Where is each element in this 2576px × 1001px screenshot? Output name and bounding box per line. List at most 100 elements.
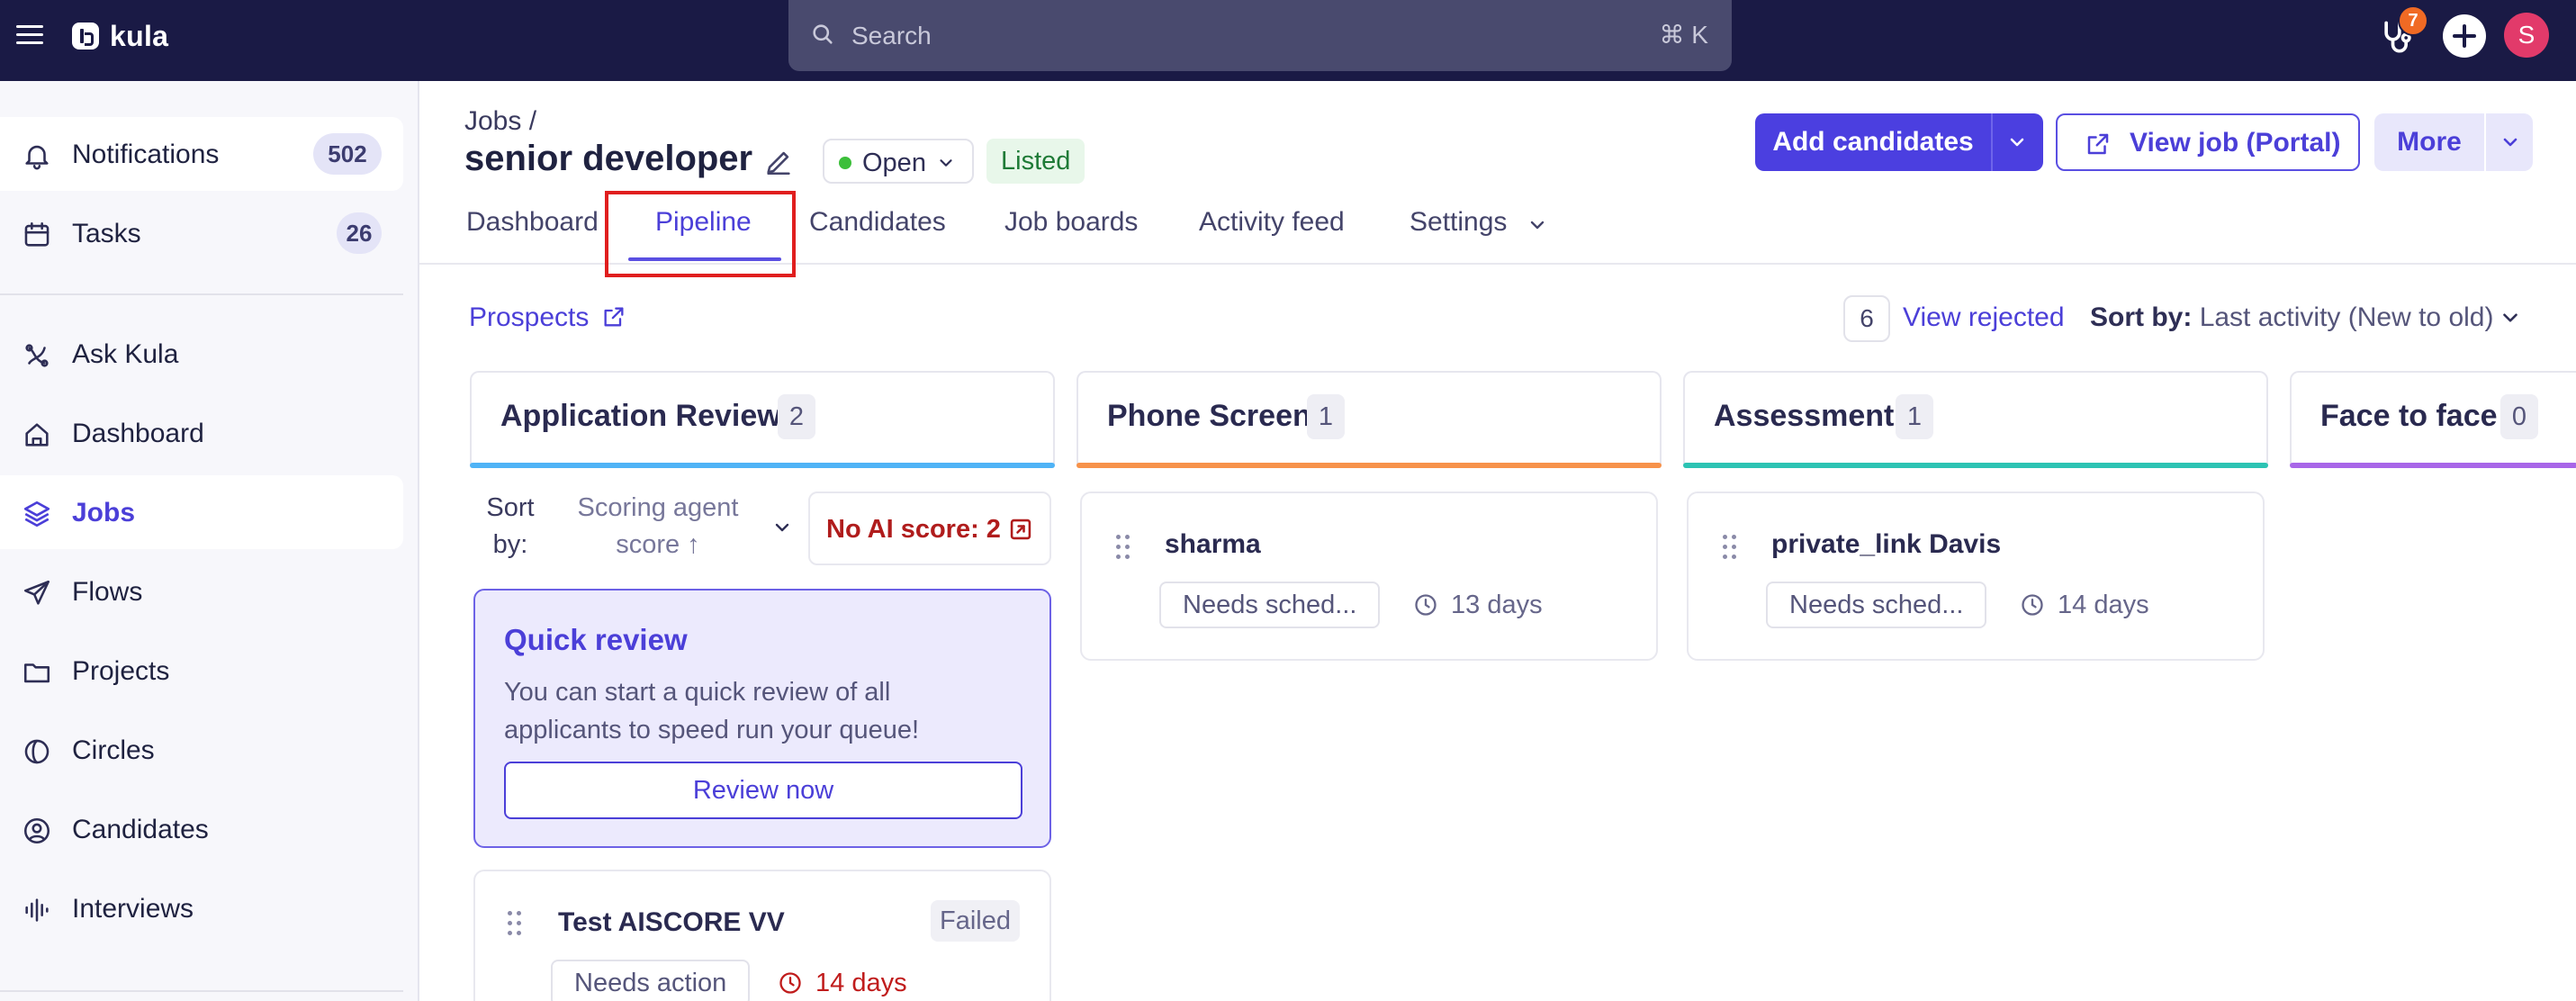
candidate-card[interactable]: Test AISCORE VV Failed Needs action 14 d… <box>473 870 1051 1001</box>
tab-dashboard[interactable]: Dashboard <box>466 207 599 238</box>
sidebar-item-label: Notifications <box>72 140 220 169</box>
tab-settings[interactable]: Settings <box>1410 207 1507 238</box>
external-link-icon <box>2087 133 2109 155</box>
send-icon <box>23 580 50 605</box>
tab-activity-feed[interactable]: Activity feed <box>1199 207 1345 238</box>
calendar-icon <box>24 221 50 247</box>
tab-candidates[interactable]: Candidates <box>809 207 946 238</box>
no-ai-score-label: No AI score: 2 <box>826 515 1001 544</box>
notification-badge: 7 <box>2398 5 2428 36</box>
user-avatar[interactable]: S <box>2504 13 2549 58</box>
add-candidates-split-button: Add candidates <box>1755 113 2043 171</box>
sort-by-label: Sort by: <box>2090 302 2193 332</box>
chevron-down-icon[interactable] <box>2499 131 2522 153</box>
column-header-application-review[interactable]: Application Review 2 <box>470 371 1055 468</box>
job-status-dropdown[interactable]: Open <box>823 139 974 184</box>
view-rejected-link[interactable]: View rejected <box>1903 302 2065 333</box>
needs-scheduling-tag: Needs sched... <box>1766 582 1987 628</box>
kula-logo-icon <box>72 23 99 50</box>
sidebar-item-jobs[interactable]: Jobs <box>0 475 403 549</box>
view-job-portal-button[interactable]: View job (Portal) <box>2056 113 2360 171</box>
breadcrumb[interactable]: Jobs / <box>464 106 536 137</box>
drag-handle-icon[interactable] <box>508 911 522 936</box>
sidebar-divider <box>0 293 403 295</box>
sidebar-item-projects[interactable]: Projects <box>0 634 403 708</box>
no-ai-score-button[interactable]: No AI score: 2 <box>808 491 1051 565</box>
clock-icon <box>1415 594 1437 616</box>
sidebar-item-tasks[interactable]: Tasks 26 <box>0 196 403 270</box>
review-now-button[interactable]: Review now <box>504 762 1022 819</box>
notifications-count-badge: 502 <box>313 133 382 175</box>
sidebar-item-candidates[interactable]: Candidates <box>0 792 403 866</box>
clock-icon <box>779 972 801 994</box>
more-split-button: More <box>2374 113 2533 171</box>
button-divider <box>2484 113 2486 171</box>
column-count: 1 <box>1896 394 1933 439</box>
more-button[interactable]: More <box>2374 113 2484 171</box>
chevron-down-icon <box>940 159 952 167</box>
sidebar-item-label: Dashboard <box>72 419 204 448</box>
column-count: 2 <box>778 394 815 439</box>
open-external-icon <box>1010 519 1031 540</box>
status-dot <box>839 157 851 169</box>
drag-handle-icon[interactable] <box>1116 535 1130 560</box>
column-header-assessment[interactable]: Assessment 1 <box>1683 371 2268 468</box>
sidebar-item-label: Candidates <box>72 815 209 844</box>
menu-icon[interactable] <box>16 23 43 47</box>
drag-handle-icon[interactable] <box>1723 535 1737 560</box>
candidate-name[interactable]: private_link Davis <box>1771 529 2001 560</box>
days-in-stage: 14 days <box>2058 591 2149 619</box>
search-icon <box>813 24 833 44</box>
sidebar-item-interviews[interactable]: Interviews <box>0 871 403 945</box>
column-color-bar <box>2290 463 2576 468</box>
candidate-name[interactable]: sharma <box>1165 529 1261 560</box>
candidate-name[interactable]: Test AISCORE VV <box>558 907 785 938</box>
sidebar-divider <box>0 990 403 992</box>
candidate-card[interactable]: sharma Needs sched... 13 days <box>1080 491 1658 661</box>
needs-scheduling-tag: Needs sched... <box>1159 582 1381 628</box>
column-sort-label: Sort by: <box>486 493 535 559</box>
prospects-link[interactable]: Prospects <box>469 302 589 333</box>
add-candidates-button[interactable]: Add candidates <box>1755 113 1991 171</box>
pencil-icon[interactable] <box>763 147 794 177</box>
sidebar-item-label: Flows <box>72 577 143 607</box>
logo-text: kula <box>110 19 169 52</box>
chevron-down-icon[interactable] <box>2499 306 2522 329</box>
sort-by-dropdown[interactable]: Sort by: Last activity (New to old) <box>2090 302 2493 333</box>
view-job-label: View job (Portal) <box>2130 128 2341 158</box>
external-link-icon[interactable] <box>601 304 626 329</box>
sidebar-item-label: Jobs <box>72 498 136 528</box>
sidebar-item-circles[interactable]: Circles <box>0 713 403 787</box>
sidebar-item-ask-kula[interactable]: Ask Kula <box>0 317 403 391</box>
quick-review-title: Quick review <box>504 623 688 656</box>
listed-badge: Listed <box>986 139 1085 184</box>
needs-action-tag: Needs action <box>551 960 751 1001</box>
tab-highlight-box <box>605 191 796 277</box>
column-title: Face to face <box>2320 399 2498 433</box>
user-circle-icon <box>23 817 50 844</box>
column-header-face-to-face[interactable]: Face to face 0 <box>2290 371 2576 468</box>
column-header-phone-screen[interactable]: Phone Screen 1 <box>1076 371 1662 468</box>
column-sort-dropdown[interactable]: Scoring agent score ↑ <box>565 490 751 564</box>
chevron-down-icon[interactable] <box>1527 214 1548 236</box>
sidebar-item-notifications[interactable]: Notifications 502 <box>0 117 403 191</box>
folder-icon <box>23 663 50 683</box>
create-plus-button[interactable] <box>2443 14 2486 58</box>
search-shortcut: ⌘ K <box>1659 21 1708 49</box>
layers-icon <box>23 500 50 528</box>
sidebar-item-flows[interactable]: Flows <box>0 555 403 628</box>
sidebar-item-label: Ask Kula <box>72 339 179 369</box>
chevron-down-icon[interactable] <box>770 517 794 538</box>
sort-by-value: Last activity (New to old) <box>2199 302 2494 332</box>
column-title: Phone Screen <box>1107 399 1311 433</box>
bell-icon <box>25 145 49 170</box>
candidate-card[interactable]: private_link Davis Needs sched... 14 day… <box>1687 491 2265 661</box>
chevron-down-icon[interactable] <box>2005 131 2029 153</box>
sidebar: Notifications 502 Tasks 26 Ask Kula Dash… <box>0 81 419 1001</box>
days-in-stage: 13 days <box>1451 591 1543 619</box>
sparkle-icon <box>25 344 49 367</box>
app-logo[interactable]: kula <box>72 18 168 54</box>
sidebar-item-dashboard[interactable]: Dashboard <box>0 396 403 470</box>
tab-job-boards[interactable]: Job boards <box>1004 207 1138 238</box>
search-input[interactable]: Search ⌘ K <box>788 0 1732 71</box>
